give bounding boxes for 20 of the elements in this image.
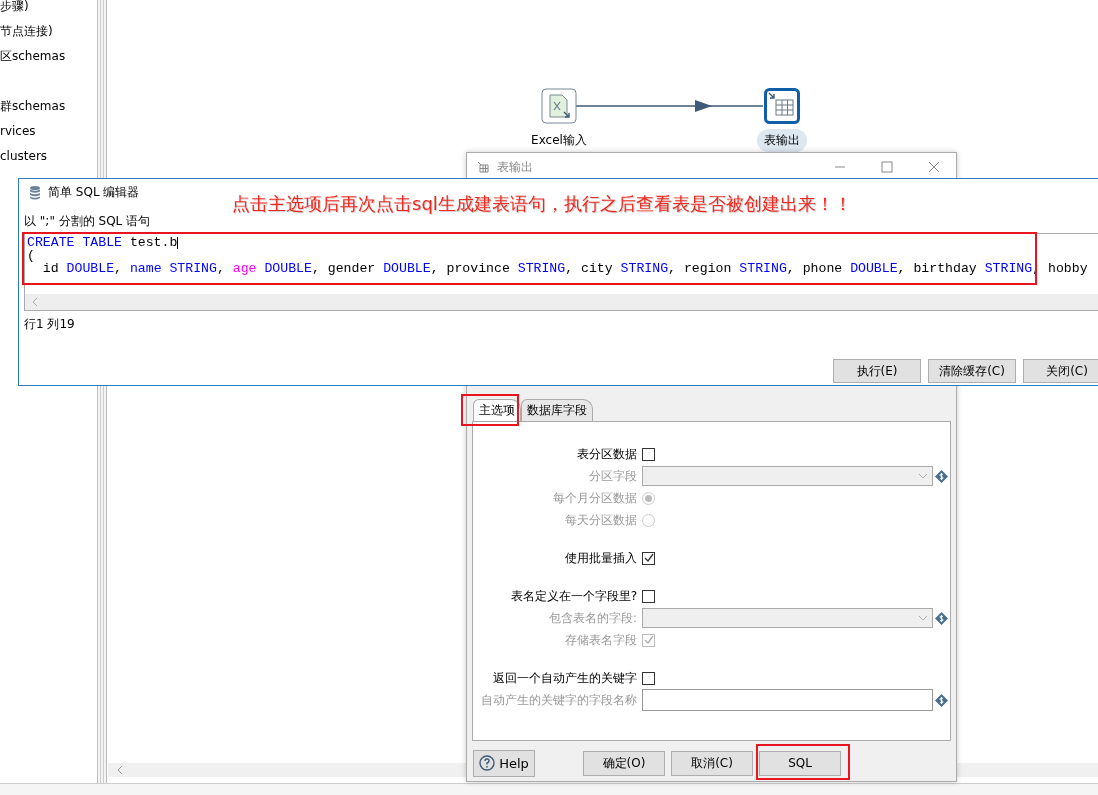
code-line: ( — [27, 249, 36, 262]
step-label: 表输出 — [757, 129, 807, 152]
field-label: 返回一个自动产生的关键字 — [492, 669, 637, 687]
field-label: 每天分区数据 — [564, 511, 637, 529]
cursor-position: 行1 列19 — [23, 316, 76, 333]
annotation-text: 点击主选项后再次点击sql生成建表语句，执行之后查看表是否被创建出来！！ — [232, 192, 852, 216]
field-label: 包含表名的字段: — [547, 609, 637, 627]
window-title: 简单 SQL 编辑器 — [48, 184, 140, 201]
field-label: 表名定义在一个字段里? — [509, 587, 637, 605]
hint-label: 以 ";" 分割的 SQL 语句 — [24, 213, 151, 230]
field-label: 表分区数据 — [576, 445, 637, 463]
field-label: 自动产生的关键字的字段名称 — [480, 691, 637, 709]
code-line: id DOUBLE, name STRING, age DOUBLE, gender DOUBLE, province STRING, city STRING, region STRING, phone DOUBLE, birthday STRING, hobby — [41, 262, 1089, 275]
field-label: 使用批量插入 — [564, 549, 637, 567]
step-label: Excel输入 — [530, 132, 588, 149]
code-line: CREATE TABLE test.b — [27, 236, 180, 249]
field-label: 分区字段 — [588, 467, 637, 485]
window-title: 表输出 — [497, 158, 533, 176]
field-label: 每个月分区数据 — [552, 489, 637, 507]
field-label: 存储表名字段 — [564, 631, 637, 649]
